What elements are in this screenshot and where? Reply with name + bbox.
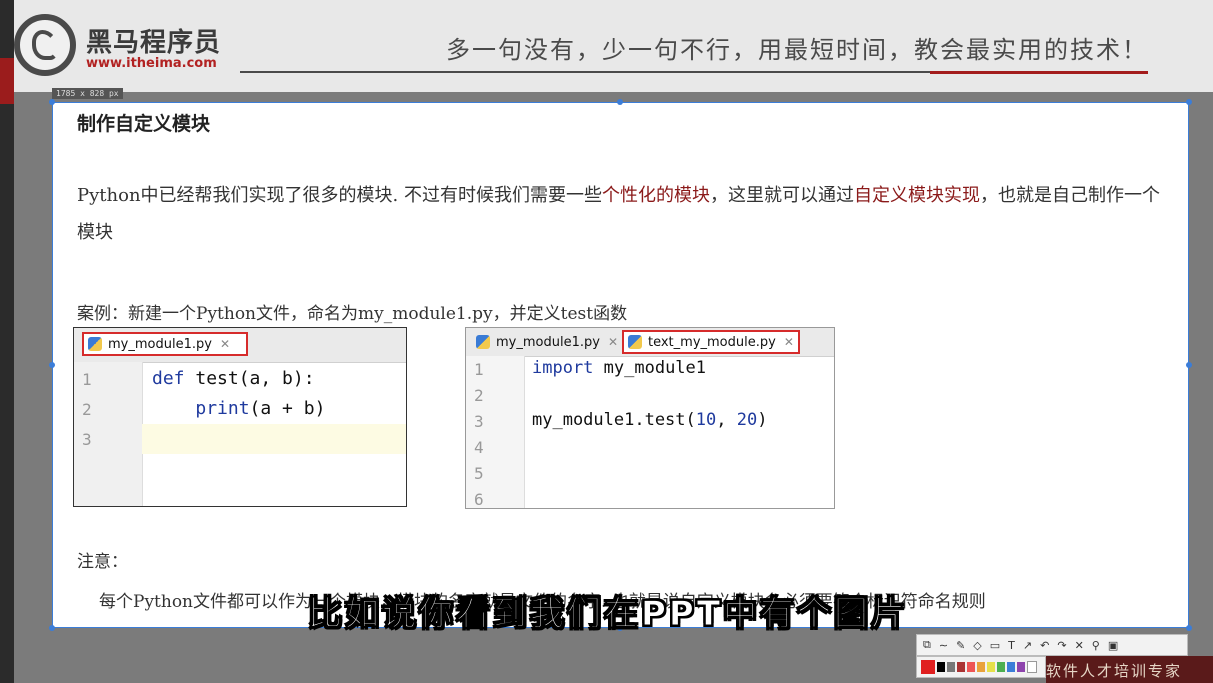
- select-tool-icon[interactable]: ⧉: [923, 638, 931, 652]
- arrow-tool-icon[interactable]: ↗: [1023, 639, 1032, 652]
- color-swatch[interactable]: [1027, 661, 1037, 673]
- color-swatch[interactable]: [997, 662, 1005, 672]
- intro-paragraph: Python中已经帮我们实现了很多的模块. 不过有时候我们需要一些个性化的模块，…: [77, 177, 1177, 251]
- tab-my-module1[interactable]: my_module1.py ✕: [472, 330, 622, 354]
- python-file-icon: [476, 335, 490, 349]
- line-number: 6: [474, 490, 484, 509]
- save-icon[interactable]: ▣: [1108, 639, 1118, 652]
- line-tool-icon[interactable]: ∼: [939, 639, 948, 652]
- python-file-icon: [628, 335, 642, 349]
- close-icon[interactable]: ✕: [220, 337, 230, 351]
- color-swatch[interactable]: [967, 662, 975, 672]
- intro-highlight-1: 个性化的模块: [601, 185, 710, 206]
- pin-icon[interactable]: ⚲: [1092, 639, 1100, 652]
- slide-image[interactable]: 制作自定义模块 Python中已经帮我们实现了很多的模块. 不过有时候我们需要一…: [52, 102, 1189, 628]
- tab-label: text_my_module.py: [648, 334, 776, 350]
- editor-tabs: my_module1.py ✕: [74, 328, 406, 363]
- color-swatch[interactable]: [937, 662, 945, 672]
- case-label: 案例: [77, 304, 111, 324]
- color-swatch[interactable]: [987, 662, 995, 672]
- slogan: 多一句没有，少一句不行，用最短时间，教会最实用的技术！: [446, 36, 1148, 64]
- current-line-highlight: [142, 424, 406, 454]
- resize-handle[interactable]: [1186, 362, 1192, 368]
- tab-text-my-module[interactable]: text_my_module.py ✕: [622, 330, 800, 354]
- code-line-1[interactable]: import my_module1: [532, 358, 706, 378]
- color-palette: [916, 656, 1046, 678]
- tab-label: my_module1.py: [496, 334, 600, 350]
- slogan-underline-accent: [930, 71, 1148, 74]
- color-swatch[interactable]: [947, 662, 955, 672]
- close-icon[interactable]: ✕: [784, 335, 794, 349]
- editor-my-module1: my_module1.py ✕ 1 2 3 def test(a, b): pr…: [73, 327, 407, 507]
- left-edge-bar: [0, 0, 14, 683]
- brand-url: www.itheima.com: [86, 56, 217, 71]
- color-swatch[interactable]: [957, 662, 965, 672]
- editor-text-my-module: my_module1.py ✕ text_my_module.py ✕ 1 2 …: [465, 327, 835, 509]
- video-subtitle: 比如说你看到我们在PPT中有个图片: [307, 594, 909, 635]
- resize-handle[interactable]: [49, 625, 55, 631]
- left-edge-accent: [0, 58, 14, 104]
- tab-label: my_module1.py: [108, 336, 212, 352]
- code-line-2[interactable]: print(a + b): [152, 398, 325, 419]
- line-number: 1: [82, 370, 92, 389]
- resize-handle[interactable]: [617, 99, 623, 105]
- canvas-size-badge: 1785 x 828 px: [52, 88, 123, 99]
- color-swatch[interactable]: [977, 662, 985, 672]
- note-label: 注意：: [77, 552, 128, 572]
- rect-tool-icon[interactable]: ▭: [990, 639, 1000, 652]
- intro-text-2: ，这里就可以通过: [709, 185, 854, 206]
- close-icon[interactable]: ✕: [1075, 639, 1084, 652]
- close-icon[interactable]: ✕: [608, 335, 618, 349]
- color-swatch[interactable]: [921, 660, 935, 674]
- python-file-icon: [88, 337, 102, 351]
- case-text: ：新建一个Python文件，命名为my_module1.py，并定义test函数: [111, 304, 628, 324]
- undo-icon[interactable]: ↶: [1040, 639, 1049, 652]
- editor-tabs: my_module1.py ✕ text_my_module.py ✕: [466, 328, 834, 357]
- redo-icon[interactable]: ↷: [1057, 639, 1066, 652]
- bottom-banner-text: 软件人才培训专家: [1046, 662, 1183, 680]
- line-number: 2: [82, 400, 92, 419]
- line-number: 5: [474, 464, 484, 483]
- shape-tool-icon[interactable]: ◇: [973, 639, 981, 652]
- code-line-1[interactable]: def test(a, b):: [152, 368, 315, 389]
- pen-tool-icon[interactable]: ✎: [956, 639, 965, 652]
- line-number: 1: [474, 360, 484, 379]
- logo-horse-icon: [14, 14, 76, 76]
- line-number: 3: [82, 430, 92, 449]
- slide-title: 制作自定义模块: [77, 113, 211, 135]
- text-tool-icon[interactable]: T: [1008, 639, 1015, 652]
- line-number: 3: [474, 412, 484, 431]
- tab-my-module1[interactable]: my_module1.py ✕: [82, 332, 248, 356]
- line-number: 2: [474, 386, 484, 405]
- resize-handle[interactable]: [1186, 99, 1192, 105]
- case-line: 案例：新建一个Python文件，命名为my_module1.py，并定义test…: [77, 299, 627, 324]
- color-swatch[interactable]: [1007, 662, 1015, 672]
- code-line-3[interactable]: my_module1.test(10, 20): [532, 410, 767, 430]
- resize-handle[interactable]: [49, 362, 55, 368]
- color-swatch[interactable]: [1017, 662, 1025, 672]
- intro-highlight-2: 自定义模块实现: [853, 185, 980, 206]
- annotation-toolbar: ⧉ ∼ ✎ ◇ ▭ T ↗ ↶ ↷ ✕ ⚲ ▣: [916, 634, 1188, 656]
- resize-handle[interactable]: [1186, 625, 1192, 631]
- intro-text-1: Python中已经帮我们实现了很多的模块. 不过有时候我们需要一些: [77, 185, 602, 206]
- brand-name: 黑马程序员: [86, 28, 222, 58]
- line-number: 4: [474, 438, 484, 457]
- resize-handle[interactable]: [49, 99, 55, 105]
